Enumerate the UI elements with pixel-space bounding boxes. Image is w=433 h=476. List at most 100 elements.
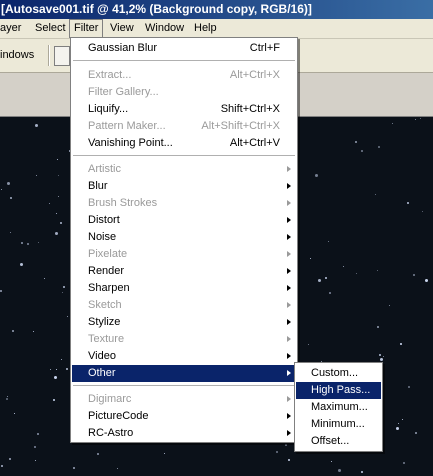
menu-item-noise[interactable]: Noise bbox=[72, 229, 296, 246]
menu-item-extract: Extract... Alt+Ctrl+X bbox=[72, 67, 296, 84]
menu-layer[interactable]: ayer bbox=[0, 19, 21, 38]
options-button[interactable] bbox=[54, 46, 70, 66]
menu-item-digimarc: Digimarc bbox=[72, 391, 296, 408]
star-dot bbox=[276, 451, 278, 453]
submenu-item-offset[interactable]: Offset... bbox=[296, 433, 381, 450]
star-dot bbox=[27, 243, 29, 245]
submenu-arrow-icon bbox=[287, 302, 291, 308]
liquify-label: Liquify... bbox=[88, 103, 129, 115]
menu-item-pattern-maker: Pattern Maker... Alt+Shift+Ctrl+X bbox=[72, 118, 296, 135]
rc-astro-label: RC-Astro bbox=[88, 427, 134, 439]
menu-item-video[interactable]: Video bbox=[72, 348, 296, 365]
star-dot bbox=[403, 462, 405, 464]
star-dot bbox=[288, 459, 290, 461]
menu-item-other[interactable]: Other bbox=[72, 365, 296, 382]
star-dot bbox=[49, 203, 50, 204]
menu-item-vanishing-point[interactable]: Vanishing Point... Alt+Ctrl+V bbox=[72, 135, 296, 152]
submenu-arrow-icon bbox=[287, 166, 291, 172]
star-dot bbox=[61, 359, 62, 360]
windows-label: indows bbox=[0, 49, 35, 61]
star-dot bbox=[331, 461, 332, 462]
star-dot bbox=[14, 413, 15, 414]
vanishing-point-label: Vanishing Point... bbox=[88, 137, 173, 149]
menu-item-gaussian-blur[interactable]: Gaussian Blur Ctrl+F bbox=[72, 40, 296, 57]
star-dot bbox=[392, 123, 393, 124]
distort-label: Distort bbox=[88, 214, 120, 226]
star-dot bbox=[329, 292, 331, 294]
star-dot bbox=[60, 222, 62, 224]
menu-item-stylize[interactable]: Stylize bbox=[72, 314, 296, 331]
menu-help[interactable]: Help bbox=[194, 19, 217, 38]
filter-menu: Gaussian Blur Ctrl+F Extract... Alt+Ctrl… bbox=[70, 37, 298, 443]
star-dot bbox=[66, 368, 68, 370]
submenu-arrow-icon bbox=[287, 413, 291, 419]
star-dot bbox=[315, 174, 318, 177]
menu-window[interactable]: Window bbox=[145, 19, 184, 38]
pattern-maker-label: Pattern Maker... bbox=[88, 120, 166, 132]
submenu-arrow-icon bbox=[287, 285, 291, 291]
star-dot bbox=[413, 274, 415, 276]
liquify-shortcut: Shift+Ctrl+X bbox=[220, 103, 280, 115]
menu-view[interactable]: View bbox=[110, 19, 134, 38]
menu-item-picturecode[interactable]: PictureCode bbox=[72, 408, 296, 425]
star-dot bbox=[0, 290, 2, 292]
star-dot bbox=[425, 279, 428, 282]
star-dot bbox=[355, 141, 357, 143]
menu-item-brush-strokes: Brush Strokes bbox=[72, 195, 296, 212]
submenu-arrow-icon bbox=[287, 370, 291, 376]
star-dot bbox=[379, 354, 381, 356]
star-dot bbox=[356, 273, 357, 274]
menu-select[interactable]: Select bbox=[35, 19, 66, 38]
star-dot bbox=[37, 433, 39, 435]
star-dot bbox=[377, 326, 379, 328]
star-dot bbox=[54, 376, 57, 379]
artistic-label: Artistic bbox=[88, 163, 121, 175]
star-dot bbox=[1, 189, 2, 190]
menu-item-render[interactable]: Render bbox=[72, 263, 296, 280]
menu-item-blur[interactable]: Blur bbox=[72, 178, 296, 195]
star-dot bbox=[73, 467, 75, 469]
menu-item-sharpen[interactable]: Sharpen bbox=[72, 280, 296, 297]
star-dot bbox=[377, 270, 378, 271]
star-dot bbox=[21, 242, 23, 244]
star-dot bbox=[33, 331, 34, 332]
gaussian-blur-shortcut: Ctrl+F bbox=[249, 42, 280, 54]
star-dot bbox=[20, 263, 23, 266]
submenu-item-minimum[interactable]: Minimum... bbox=[296, 416, 381, 433]
star-dot bbox=[55, 232, 58, 235]
star-dot bbox=[35, 460, 36, 461]
menu-item-pixelate: Pixelate bbox=[72, 246, 296, 263]
offset-label: Offset... bbox=[311, 435, 350, 447]
submenu-arrow-icon bbox=[287, 217, 291, 223]
submenu-item-custom[interactable]: Custom... bbox=[296, 365, 381, 382]
star-dot bbox=[7, 396, 8, 397]
star-dot bbox=[361, 150, 363, 152]
stylize-label: Stylize bbox=[88, 316, 121, 328]
star-dot bbox=[343, 266, 344, 267]
star-dot bbox=[35, 124, 38, 127]
submenu-arrow-icon bbox=[287, 268, 291, 274]
menu-item-liquify[interactable]: Liquify... Shift+Ctrl+X bbox=[72, 101, 296, 118]
maximum-label: Maximum... bbox=[311, 401, 368, 413]
submenu-item-maximum[interactable]: Maximum... bbox=[296, 399, 381, 416]
filter-gallery-label: Filter Gallery... bbox=[88, 86, 159, 98]
menu-filter[interactable]: Filter bbox=[69, 19, 104, 38]
custom-label: Custom... bbox=[311, 367, 359, 379]
menu-item-filter-gallery: Filter Gallery... bbox=[72, 84, 296, 101]
menu-item-artistic: Artistic bbox=[72, 161, 296, 178]
star-dot bbox=[420, 118, 421, 119]
menu-item-rc-astro[interactable]: RC-Astro bbox=[72, 425, 296, 442]
submenu-item-high-pass[interactable]: High Pass... bbox=[296, 382, 381, 399]
sharpen-label: Sharpen bbox=[88, 282, 130, 294]
star-dot bbox=[12, 330, 14, 332]
star-dot bbox=[58, 175, 59, 176]
menu-item-distort[interactable]: Distort bbox=[72, 212, 296, 229]
render-label: Render bbox=[88, 265, 125, 277]
star-dot bbox=[378, 146, 380, 148]
brush-strokes-label: Brush Strokes bbox=[88, 197, 158, 209]
noise-label: Noise bbox=[88, 231, 117, 243]
blur-label: Blur bbox=[88, 180, 108, 192]
star-dot bbox=[310, 258, 311, 259]
star-dot bbox=[422, 211, 423, 212]
star-dot bbox=[415, 432, 417, 434]
